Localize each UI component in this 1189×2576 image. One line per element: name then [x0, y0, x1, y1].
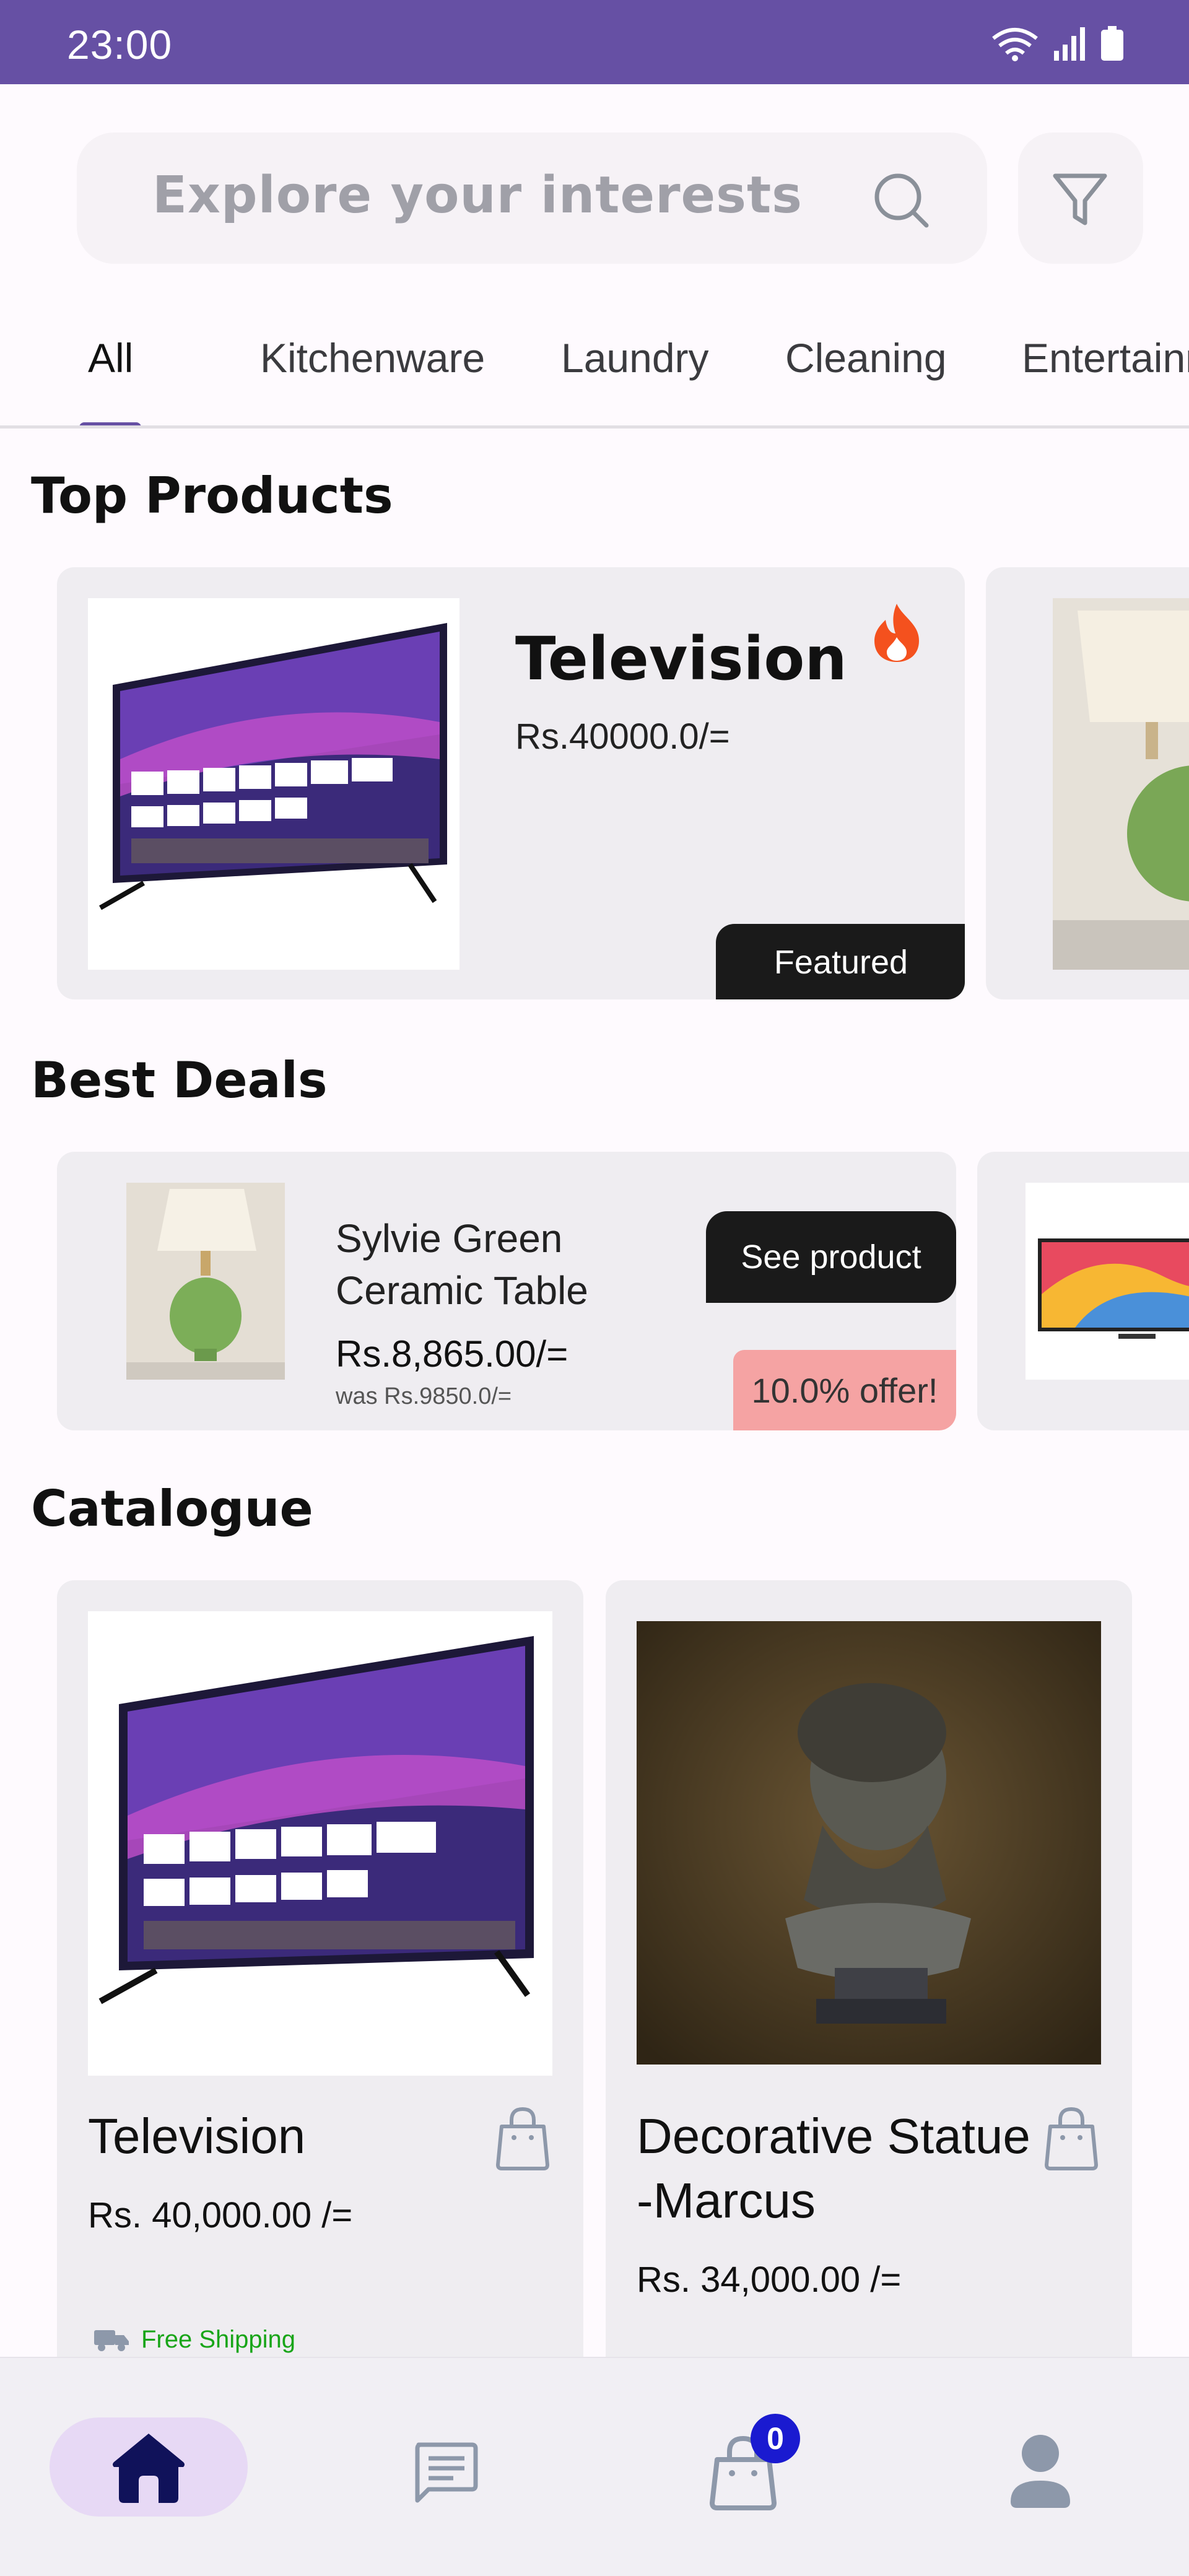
catalogue-card[interactable]: Television Rs. 40,000.00 /= Free Shippin…: [57, 1580, 583, 2385]
search-icon[interactable]: [872, 171, 931, 230]
product-image: [88, 598, 459, 970]
best-deal-price: Rs.8,865.00/=: [336, 1333, 568, 1375]
status-icons: [991, 26, 1125, 62]
featured-badge: Featured: [716, 924, 965, 999]
battery-icon: [1101, 26, 1123, 61]
product-image: [1026, 1183, 1189, 1380]
bag-icon[interactable]: [490, 2104, 555, 2172]
catalogue-item-price: Rs. 40,000.00 /=: [88, 2195, 353, 2235]
tab-kitchenware[interactable]: Kitchenware: [260, 334, 485, 381]
nav-home[interactable]: [50, 2417, 248, 2517]
section-title-best-deals: Best Deals: [31, 1051, 328, 1109]
top-product-price: Rs.40000.0/=: [515, 716, 730, 757]
tab-indicator: [79, 422, 141, 425]
free-shipping-text: Free Shipping: [141, 2326, 296, 2353]
filter-icon: [1053, 173, 1107, 225]
tab-all[interactable]: All: [88, 334, 133, 381]
cart-count-badge: 0: [751, 2414, 800, 2463]
tab-laundry[interactable]: Laundry: [561, 334, 709, 381]
catalogue-card[interactable]: Decorative Statue -Marcus Rs. 34,000.00 …: [606, 1580, 1132, 2385]
product-image: [637, 1621, 1101, 2065]
product-image: [1053, 598, 1189, 970]
tab-entertainment[interactable]: Entertainm: [1022, 334, 1189, 381]
filter-button[interactable]: [1018, 133, 1143, 264]
free-shipping-label: Free Shipping: [94, 2326, 295, 2354]
home-icon: [113, 2434, 185, 2503]
status-time: 23:00: [67, 22, 173, 67]
see-product-button[interactable]: See product: [706, 1211, 956, 1303]
fire-icon: [874, 604, 919, 662]
wifi-icon: [992, 28, 1038, 61]
section-title-catalogue: Catalogue: [31, 1480, 313, 1538]
bottom-navigation: [0, 2357, 1189, 2576]
catalogue-item-name: Television: [88, 2108, 306, 2164]
best-deal-was-price: was Rs.9850.0/=: [336, 1383, 512, 1409]
profile-icon[interactable]: [1008, 2432, 1073, 2510]
top-product-name: Television: [515, 624, 847, 694]
product-image: [88, 1611, 552, 2076]
catalogue-item-name: Decorative Statue -Marcus: [637, 2108, 1030, 2228]
search-input[interactable]: Explore your interests: [77, 133, 987, 264]
catalogue-item-price: Rs. 34,000.00 /=: [637, 2260, 902, 2300]
offer-badge: 10.0% offer!: [733, 1350, 956, 1430]
section-title-top-products: Top Products: [31, 467, 393, 524]
bag-icon[interactable]: [1039, 2104, 1104, 2172]
best-deal-card[interactable]: Sylvie Green Ceramic Table Rs.8,865.00/=…: [57, 1152, 956, 1430]
tab-cleaning[interactable]: Cleaning: [785, 334, 947, 381]
chat-icon[interactable]: [412, 2441, 478, 2503]
status-bar: 23:00: [0, 0, 1189, 84]
signal-icon: [1054, 27, 1085, 61]
product-image: [126, 1183, 285, 1380]
top-product-card[interactable]: Television Rs.40000.0/= Featured: [57, 567, 965, 999]
top-product-card-next[interactable]: [986, 567, 1189, 999]
truck-icon: [94, 2330, 129, 2351]
best-deal-card-next[interactable]: [977, 1152, 1189, 1430]
best-deal-name: Sylvie Green Ceramic Table: [336, 1216, 588, 1313]
search-placeholder: Explore your interests: [152, 166, 803, 225]
category-tabs: All Kitchenware Laundry Cleaning Enterta…: [0, 305, 1189, 429]
